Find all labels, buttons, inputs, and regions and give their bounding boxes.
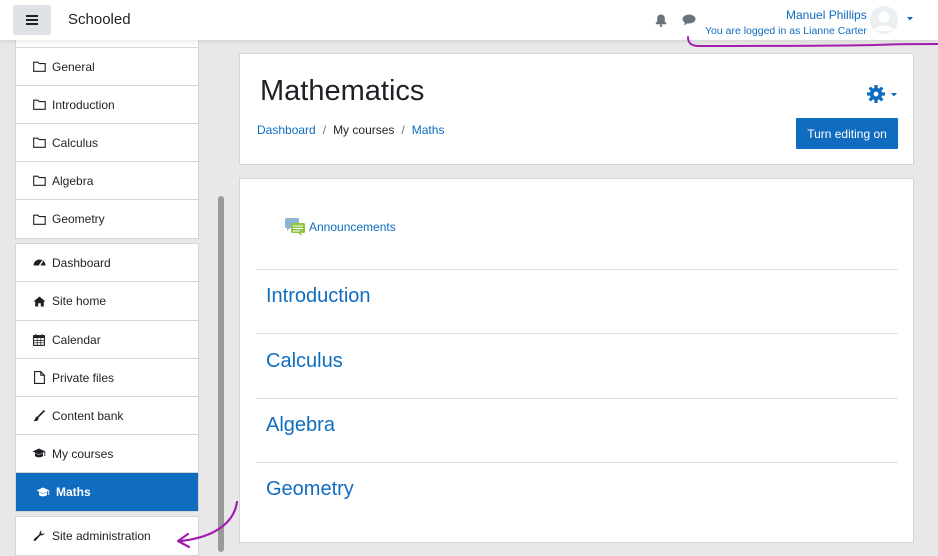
forum-icon	[285, 218, 305, 236]
menu-icon	[26, 15, 38, 25]
sidebar-item-label: Calendar	[52, 332, 101, 347]
turn-editing-on-button[interactable]: Turn editing on	[796, 118, 898, 149]
breadcrumb-my-courses: My courses	[333, 123, 395, 137]
sidebar-item-label: Content bank	[52, 408, 124, 423]
section-title-algebra[interactable]: Algebra	[266, 414, 335, 437]
page-title: Mathematics	[260, 75, 425, 107]
dashboard-icon	[32, 256, 46, 270]
breadcrumb: Dashboard / My courses / Maths	[257, 123, 444, 137]
messages-button[interactable]	[681, 12, 697, 28]
page-header: Mathematics Dashboard / My courses / Mat…	[239, 53, 914, 165]
course-content: Announcements Introduction Calculus Alge…	[239, 178, 914, 543]
sidebar-item-maths[interactable]: Maths	[16, 473, 198, 511]
section-title-calculus[interactable]: Calculus	[266, 350, 343, 373]
sidebar-item-label: Site home	[52, 294, 107, 308]
nav-drawer: General Introduction Calculus Algebra Ge…	[0, 40, 228, 556]
announcements-activity[interactable]: Announcements	[284, 216, 396, 238]
sidebar-scrollbar-thumb[interactable]	[218, 196, 224, 552]
site-brand[interactable]: Schooled	[68, 11, 131, 28]
sidebar-item-label: Maths	[56, 485, 91, 499]
folder-icon	[32, 98, 46, 112]
breadcrumb-separator: /	[401, 123, 405, 137]
sidebar-item-algebra[interactable]: Algebra	[16, 162, 198, 200]
top-navbar: Schooled Manuel Phillips You are logged …	[0, 0, 938, 40]
sidebar-item-dashboard[interactable]: Dashboard	[16, 244, 198, 282]
graduation-cap-icon	[32, 447, 46, 461]
sidebar-item-label: Introduction	[52, 97, 115, 112]
breadcrumb-separator: /	[322, 123, 327, 137]
sidebar-item-calculus[interactable]: Calculus	[16, 124, 198, 162]
admin-nav-group: Site administration	[15, 516, 199, 556]
bell-icon	[655, 14, 667, 27]
sidebar-item-label: Geometry	[52, 212, 105, 226]
sidebar-item-label: Calculus	[52, 135, 99, 150]
sidebar-item-site-home[interactable]: Site home	[16, 282, 198, 320]
gear-icon	[867, 85, 897, 103]
sidebar-item-calendar[interactable]: Calendar	[16, 321, 198, 359]
sidebar-item-label: Dashboard	[52, 255, 111, 270]
breadcrumb-maths[interactable]: Maths	[412, 123, 445, 137]
folder-icon	[32, 136, 46, 150]
brush-icon	[32, 409, 46, 423]
course-section: Algebra	[256, 398, 898, 436]
caret-down-icon[interactable]	[906, 16, 914, 22]
sidebar-item-private-files[interactable]: Private files	[16, 359, 198, 397]
user-avatar[interactable]	[870, 6, 898, 34]
home-icon	[32, 294, 46, 308]
sidebar-item-label: Algebra	[52, 173, 94, 188]
notifications-button[interactable]	[653, 12, 669, 28]
course-section: Geometry	[256, 462, 898, 500]
calendar-icon	[32, 333, 46, 347]
sidebar-item-label: Private files	[52, 370, 115, 385]
file-icon	[32, 371, 46, 385]
menu-toggle-button[interactable]	[13, 5, 51, 35]
graduation-cap-icon	[36, 485, 50, 499]
sidebar-item-introduction[interactable]: Introduction	[16, 86, 198, 124]
course-section: Introduction	[256, 269, 898, 307]
sidebar-item-label: My courses	[52, 446, 114, 461]
user-menu-name[interactable]: Manuel Phillips	[786, 8, 867, 22]
section-title-geometry[interactable]: Geometry	[266, 478, 354, 501]
personal-nav-group: Calendar Private files Content bank My c…	[15, 320, 199, 512]
sidebar-item-general[interactable]: General	[16, 48, 198, 86]
folder-icon	[32, 212, 46, 226]
section-title-introduction[interactable]: Introduction	[266, 285, 371, 308]
announcements-link[interactable]: Announcements	[309, 220, 396, 234]
sidebar-item-site-administration[interactable]: Site administration	[16, 517, 198, 555]
main-nav-group: Dashboard Site home	[15, 243, 199, 321]
wrench-icon	[32, 529, 46, 543]
sidebar-item-participants-cut[interactable]	[16, 40, 198, 48]
folder-icon	[32, 174, 46, 188]
sidebar-item-label: Site administration	[52, 529, 151, 543]
course-section: Calculus	[256, 333, 898, 372]
folder-icon	[32, 60, 46, 74]
sidebar-item-label: General	[52, 59, 95, 74]
sidebar-item-geometry[interactable]: Geometry	[16, 200, 198, 238]
logged-in-as-text[interactable]: You are logged in as Lianne Carter	[705, 25, 867, 37]
course-actions-menu[interactable]	[867, 84, 899, 104]
sidebar-item-my-courses[interactable]: My courses	[16, 435, 198, 473]
course-sections-group: General Introduction Calculus Algebra Ge…	[15, 40, 199, 239]
sidebar-item-content-bank[interactable]: Content bank	[16, 397, 198, 435]
chat-icon	[682, 14, 696, 26]
caret-down-icon	[891, 93, 897, 97]
breadcrumb-dashboard[interactable]: Dashboard	[257, 123, 316, 137]
